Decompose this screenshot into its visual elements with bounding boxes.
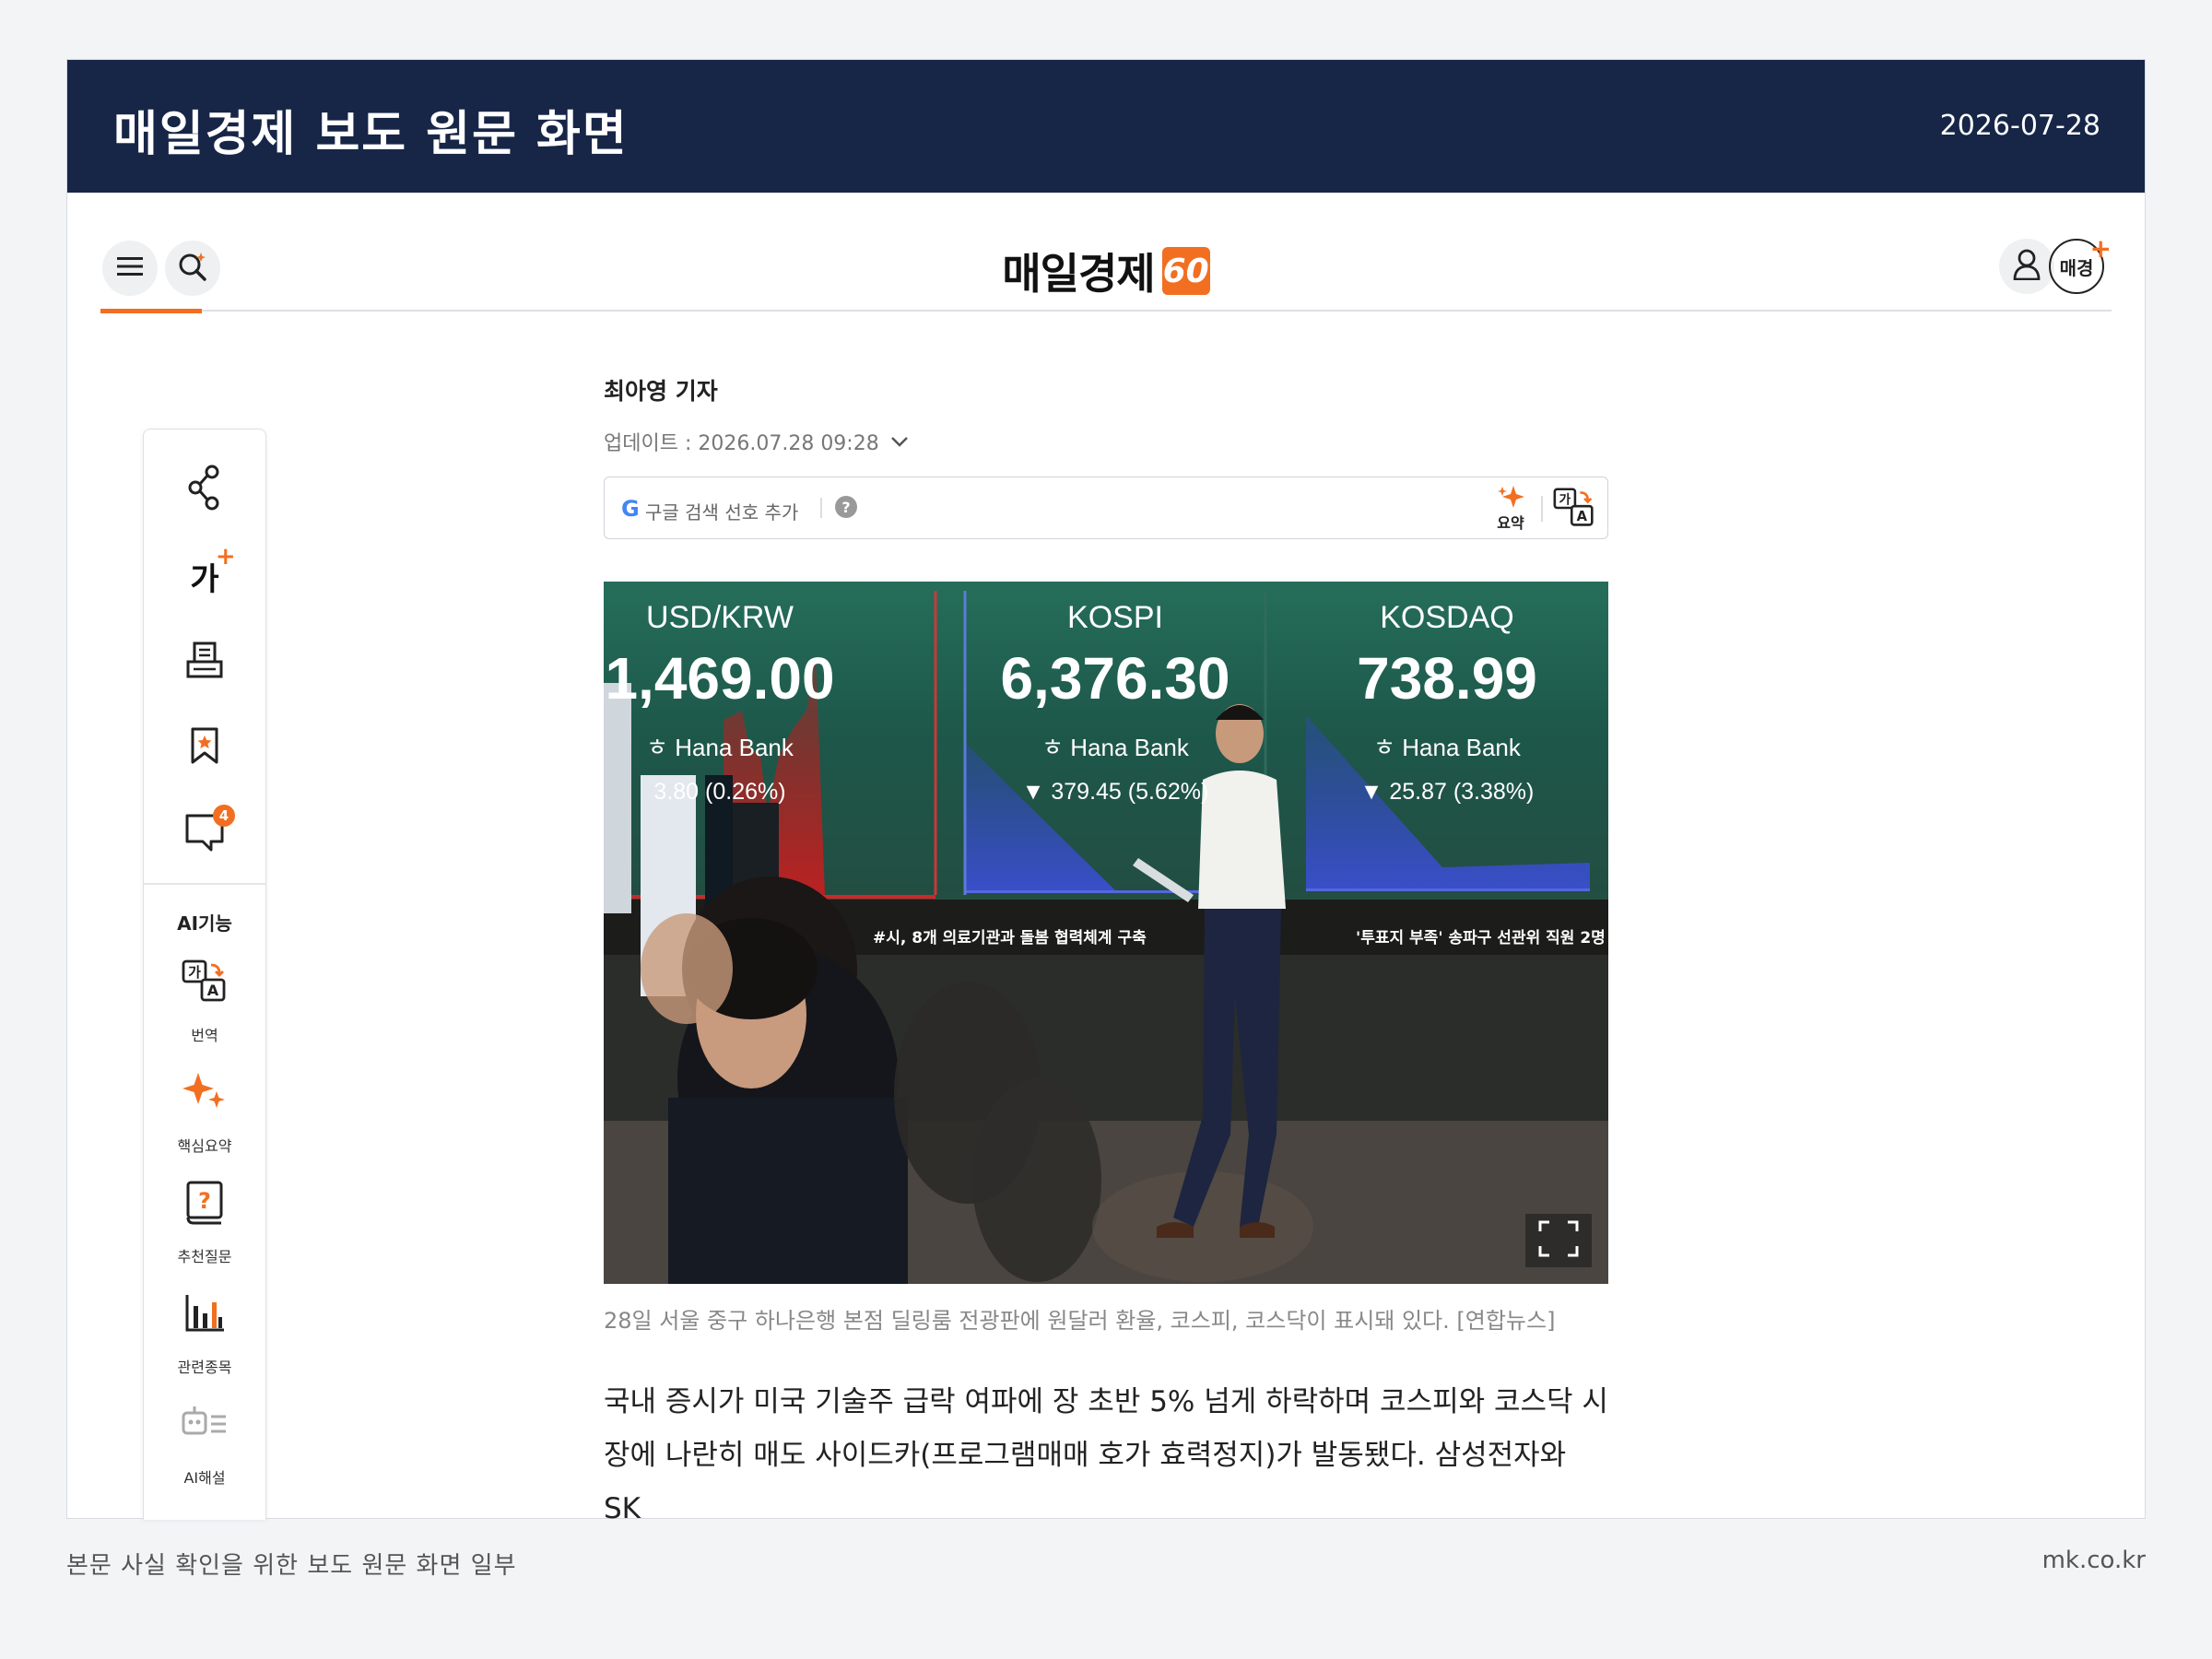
panel-label: USD/KRW	[646, 600, 794, 635]
ticker-right: '투표지 부족' 송파구 선관위 직원 2명	[1356, 929, 1606, 947]
header-accent-bar	[100, 309, 202, 313]
panel-bank: ㅎ Hana Bank	[646, 734, 794, 761]
mk-plus-button[interactable]: 매경 +	[2049, 233, 2112, 294]
panel-value: 1,469.00	[605, 645, 835, 712]
font-size-button[interactable]: 가 +	[144, 542, 265, 608]
mk-plus-label: 매경	[2059, 256, 2094, 279]
ai-section-title: AI기능	[177, 912, 232, 935]
kospi-panel: KOSPI 6,376.30 ㅎ Hana Bank ▼ 379.45 (5.6…	[965, 582, 1265, 897]
google-icon: G	[621, 496, 640, 522]
robot-icon	[180, 1404, 229, 1448]
translate-button[interactable]: 가A	[1552, 487, 1596, 533]
user-button[interactable]	[1999, 239, 2054, 294]
google-preference-link[interactable]: 구글 검색 선호 추가	[645, 498, 798, 524]
banner-title: 매일경제 보도 원문 화면	[113, 107, 629, 162]
article-paragraph: 국내 증시가 미국 기술주 급락 여파에 장 초반 5% 넘게 하락하며 코스피…	[604, 1385, 1608, 1525]
print-icon	[186, 641, 223, 684]
svg-text:A: A	[1577, 509, 1588, 524]
update-time[interactable]: 업데이트 : 2026.07.28 09:28	[604, 427, 1608, 456]
source-domain: mk.co.kr	[2041, 1547, 2146, 1574]
panel-label: KOSDAQ	[1380, 600, 1514, 635]
summary-button[interactable]: 요약	[1488, 485, 1534, 532]
logo-text: 매일경제	[1002, 249, 1155, 299]
panel-change: ▼ 25.87 (3.38%)	[1359, 779, 1535, 805]
article-body: 최아영 기자 업데이트 : 2026.07.28 09:28 G 구글 검색 선…	[604, 373, 1608, 1535]
article-tool-sidebar: 가 + 4 AI기능 가A 번역 핵심요약 ? 추천질문 관련종목 AI해설	[143, 429, 266, 1520]
panel-bank: ㅎ Hana Bank	[1041, 734, 1189, 761]
comment-button[interactable]: 4	[144, 802, 265, 866]
share-button[interactable]	[144, 457, 265, 522]
bookmark-button[interactable]	[144, 715, 265, 780]
svg-text:가: 가	[1559, 492, 1571, 507]
article-photo[interactable]: USD/KRW 1,469.00 ㅎ Hana Bank 3.80 (0.26%…	[604, 582, 1608, 1284]
footer-note: 본문 사실 확인을 위한 보도 원문 화면 일부	[66, 1552, 517, 1580]
fullscreen-icon	[1538, 1220, 1579, 1261]
mk-plus-mark: +	[2089, 233, 2112, 264]
font-size-icon: 가 +	[190, 542, 236, 598]
panel-value: 6,376.30	[1000, 645, 1230, 712]
panel-change: 3.80 (0.26%)	[653, 779, 786, 805]
comment-count-badge: 4	[213, 805, 235, 827]
chevron-down-icon	[890, 430, 909, 453]
help-icon[interactable]: ?	[835, 496, 857, 518]
reporter-name[interactable]: 최아영 기자	[604, 373, 1608, 406]
question-book-icon: ?	[184, 1180, 225, 1230]
logo-badge: 60	[1161, 247, 1210, 295]
ai-explain-label: AI해설	[183, 1469, 226, 1487]
print-button[interactable]	[144, 630, 265, 695]
translate-icon: 가A	[181, 959, 229, 1008]
toolbar-separator	[820, 498, 822, 518]
ai-summary-label: 핵심요약	[177, 1137, 232, 1155]
header-divider	[100, 310, 2112, 312]
ai-translate-button[interactable]: 가A 번역	[144, 955, 265, 1056]
title-banner: 매일경제 보도 원문 화면 2026-07-28	[67, 60, 2145, 193]
screenshot-frame: 매일경제 보도 원문 화면 2026-07-28 매일경제 60 매경 + 가 …	[66, 59, 2146, 1525]
ai-related-stocks-button[interactable]: 관련종목	[144, 1287, 265, 1388]
ai-translate-label: 번역	[191, 1027, 218, 1044]
user-icon	[2012, 249, 2041, 284]
sidebar-divider	[144, 883, 265, 885]
ticker-left: #시, 8개 의료기관과 돌봄 협력체계 구축	[873, 929, 1147, 947]
usdkrw-panel: USD/KRW 1,469.00 ㅎ Hana Bank 3.80 (0.26%…	[604, 582, 836, 897]
article-toolbar: G 구글 검색 선호 추가 ? 요약 가A	[604, 477, 1608, 539]
sparkle-icon	[182, 1071, 228, 1117]
ai-related-stocks-label: 관련종목	[177, 1359, 232, 1376]
bar-chart-icon	[183, 1293, 226, 1337]
panel-label: KOSPI	[1067, 600, 1163, 635]
banner-date: 2026-07-28	[1939, 110, 2100, 142]
panel-value: 738.99	[1357, 645, 1537, 712]
svg-text:?: ?	[198, 1188, 211, 1214]
ai-summary-button[interactable]: 핵심요약	[144, 1065, 265, 1167]
ai-explain-button[interactable]: AI해설	[144, 1397, 265, 1499]
panel-change: ▼ 379.45 (5.62%)	[1021, 779, 1209, 805]
svg-text:가: 가	[188, 964, 201, 981]
photo-caption: 28일 서울 중구 하나은행 본점 딜링룸 전광판에 원달러 환율, 코스피, …	[604, 1308, 1556, 1334]
bookmark-icon	[189, 726, 220, 769]
site-logo[interactable]: 매일경제 60	[67, 241, 2145, 301]
ai-question-button[interactable]: ? 추천질문	[144, 1176, 265, 1277]
share-icon	[187, 465, 222, 514]
kosdaq-panel: KOSDAQ 738.99 ㅎ Hana Bank ▼ 25.87 (3.38%…	[1304, 582, 1590, 897]
svg-text:A: A	[207, 982, 219, 999]
panel-bank: ㅎ Hana Bank	[1373, 734, 1521, 761]
comment-icon: 4	[183, 805, 235, 856]
update-time-text: 업데이트 : 2026.07.28 09:28	[604, 432, 879, 455]
toolbar-separator	[1541, 496, 1543, 522]
translate-icon: 가A	[1552, 488, 1596, 533]
ai-question-label: 추천질문	[177, 1248, 232, 1265]
fullscreen-button[interactable]	[1525, 1214, 1592, 1267]
